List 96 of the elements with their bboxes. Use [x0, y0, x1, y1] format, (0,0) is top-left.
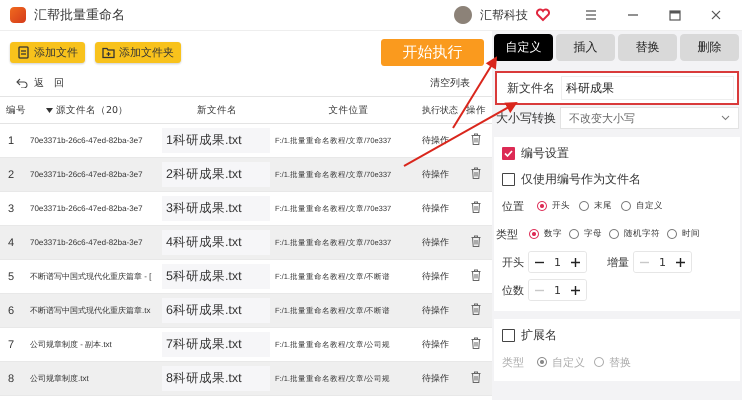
tab[interactable]: 删除	[680, 34, 739, 61]
table-cell-text: 待操作	[422, 338, 450, 351]
tab[interactable]: 自定义	[494, 34, 553, 61]
table-cell-text: 2	[7, 168, 16, 180]
table-cell-text: 公司规章制度.txt	[30, 373, 90, 384]
field-label: 位数	[502, 282, 524, 298]
table-cell-text: 待操作	[422, 168, 450, 181]
plus-icon[interactable]	[571, 258, 580, 266]
table-cell-text: 70e3371b-26c6-47ed-82ba-3e7	[30, 204, 144, 213]
avatar-icon	[454, 6, 472, 24]
table-cell-text: 待操作	[422, 304, 450, 317]
trash-icon[interactable]	[471, 303, 481, 315]
add-folder-button[interactable]: 添加文件夹	[95, 42, 181, 62]
table-cell-text: 6	[7, 304, 16, 316]
undo-icon	[16, 78, 28, 88]
table-cell-text: 待操作	[422, 372, 450, 385]
radio-option[interactable]: 字母	[569, 228, 602, 240]
field-label: 新文件名	[507, 80, 555, 96]
window-title: 汇帮批量重命名	[34, 7, 125, 24]
field-label: 位置	[502, 198, 524, 214]
new-name-cell: 3科研成果.txt	[162, 196, 270, 221]
stepper-value: 1	[554, 284, 561, 296]
trash-icon[interactable]	[471, 235, 481, 247]
maximize-icon[interactable]	[669, 10, 681, 20]
number-stepper[interactable]: 1	[528, 279, 587, 301]
table-cell-text: 公司规章制度 - 副本.txt	[30, 339, 113, 350]
trash-icon[interactable]	[471, 133, 481, 145]
table-cell-text: 3	[7, 202, 16, 214]
table-cell-text: 7	[7, 338, 16, 350]
radio-option[interactable]: 随机字符	[609, 228, 660, 240]
trash-icon[interactable]	[471, 337, 481, 349]
column-header: 执行状态	[422, 104, 459, 116]
plus-icon[interactable]	[571, 286, 580, 294]
new-name-cell: 7科研成果.txt	[162, 332, 270, 357]
close-icon[interactable]	[711, 10, 721, 20]
column-header: 文件位置	[328, 104, 370, 116]
new-name-cell: 5科研成果.txt	[162, 264, 270, 289]
new-name-cell: 2科研成果.txt	[162, 162, 270, 187]
new-name-cell: 1科研成果.txt	[162, 128, 270, 153]
menu-icon[interactable]	[585, 10, 597, 20]
radio-option[interactable]: 时间	[667, 228, 700, 240]
stepper-value: 1	[659, 256, 666, 268]
new-name-cell: 6科研成果.txt	[162, 298, 270, 323]
trash-icon[interactable]	[471, 371, 481, 383]
checkmark-icon	[504, 148, 513, 158]
trash-icon[interactable]	[471, 167, 481, 179]
field-label: 开头	[502, 254, 524, 270]
stepper-value: 1	[554, 256, 561, 268]
heart-badge-icon	[536, 8, 550, 22]
table-cell-text: 70e3371b-26c6-47ed-82ba-3e7	[30, 238, 144, 247]
tab[interactable]: 替换	[618, 34, 677, 61]
table-cell-text: 待操作	[422, 236, 450, 249]
checkbox[interactable]: 扩展名	[502, 325, 734, 345]
table-cell-text: 5	[7, 270, 16, 282]
checkbox[interactable]: 编号设置	[502, 143, 734, 163]
table-cell-text: 1	[7, 134, 16, 146]
case-dropdown[interactable]: 不改变大小写	[560, 107, 739, 129]
column-header: 源文件名（20）	[56, 104, 128, 116]
clear-list-button[interactable]: 清空列表	[430, 76, 470, 90]
new-name-cell: 8科研成果.txt	[162, 366, 270, 391]
radio-option[interactable]: 开头	[537, 200, 570, 212]
radio-option[interactable]: 数字	[529, 228, 562, 240]
folder-plus-icon	[102, 46, 115, 58]
field-label: 增量	[607, 254, 629, 270]
trash-icon[interactable]	[471, 269, 481, 281]
radio-option[interactable]: 末尾	[579, 200, 612, 212]
plus-icon[interactable]	[676, 258, 685, 266]
document-icon	[17, 46, 30, 58]
trash-icon[interactable]	[471, 201, 481, 213]
add-file-button[interactable]: 添加文件	[10, 42, 85, 62]
new-name-cell: 4科研成果.txt	[162, 230, 270, 255]
column-header: 操作	[465, 104, 487, 116]
radio-option[interactable]: 自定义	[621, 200, 663, 212]
field-label: 大小写转换	[496, 110, 556, 126]
table-cell-text: 待操作	[422, 202, 450, 215]
table-cell-text: 不断谱写中国式现代化重庆篇章.tx	[30, 305, 152, 316]
column-header: 新文件名	[196, 104, 238, 116]
table-cell-text: 不断谱写中国式现代化重庆篇章 - [	[30, 271, 152, 282]
number-stepper[interactable]: 1	[528, 251, 587, 273]
chevron-down-icon	[721, 115, 730, 121]
field-label: 类型	[496, 226, 518, 242]
table-cell-text: 70e3371b-26c6-47ed-82ba-3e7	[30, 136, 144, 145]
tab[interactable]: 插入	[556, 34, 615, 61]
number-stepper[interactable]: 1	[633, 251, 692, 273]
new-name-input[interactable]: 科研成果	[561, 76, 734, 100]
app-logo-icon	[10, 7, 26, 23]
user-name: 汇帮科技	[480, 6, 528, 24]
table-cell-text: 70e3371b-26c6-47ed-82ba-3e7	[30, 170, 144, 179]
sort-caret-icon[interactable]	[46, 108, 53, 112]
table-cell-text: 待操作	[422, 270, 450, 283]
checkbox[interactable]: 仅使用编号作为文件名	[502, 169, 734, 189]
column-header: 编号	[5, 104, 27, 116]
field-label: 类型	[502, 354, 524, 370]
undo-button[interactable]: 返回	[16, 76, 74, 90]
table-cell-text: 8	[7, 372, 16, 384]
table-cell-text: 4	[7, 236, 16, 248]
